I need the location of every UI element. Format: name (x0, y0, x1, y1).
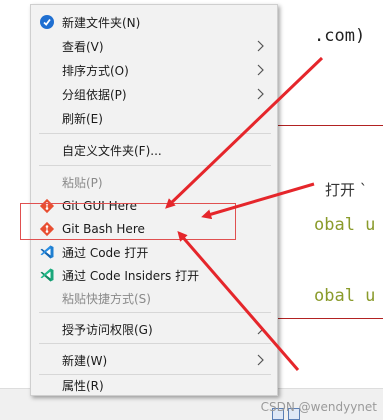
menu-item-label: 排序方式(O) (62, 63, 129, 78)
menu-item-grant-access[interactable]: 授予访问权限(G) (31, 317, 277, 341)
menu-item-label: 属性(R) (62, 378, 104, 393)
chevron-right-icon (253, 63, 267, 77)
code-snippet-top: .com) (314, 26, 366, 46)
menu-item-label: 粘贴快捷方式(S) (62, 291, 151, 306)
menu-item-paste[interactable]: 粘贴(P) (31, 170, 277, 194)
menu-item-label: 授予访问权限(G) (62, 322, 153, 337)
divider-line (270, 125, 383, 126)
menu-item-refresh[interactable]: 刷新(E) (31, 106, 277, 130)
code-line: obal u (314, 215, 376, 235)
chevron-right-icon (253, 322, 267, 336)
menu-item-label: 分组依据(P) (62, 87, 127, 102)
open-text: 打开 ` (325, 181, 368, 199)
menu-item-properties[interactable]: 属性(R) (31, 373, 277, 397)
chevron-right-icon (253, 87, 267, 101)
menu-separator (39, 133, 271, 134)
vscode-icon (39, 244, 55, 260)
chevron-right-icon (253, 353, 267, 367)
divider-line (270, 318, 383, 319)
menu-item-sort[interactable]: 排序方式(O) (31, 58, 277, 82)
watermark: CSDN @wendyynet (260, 400, 377, 414)
menu-item-label: 新建(W) (62, 353, 108, 368)
menu-item-label: 粘贴(P) (62, 175, 103, 190)
code-line: obal u (314, 286, 376, 306)
menu-separator (39, 343, 271, 344)
new-folder-icon (39, 14, 55, 30)
menu-item-open-with-code[interactable]: 通过 Code 打开 (31, 240, 277, 264)
menu-item-label: 通过 Code 打开 (62, 245, 149, 260)
highlight-box (20, 203, 236, 240)
menu-separator (39, 165, 271, 166)
menu-item-label: 自定义文件夹(F)... (62, 143, 162, 158)
menu-separator (39, 312, 271, 313)
menu-item-paste-shortcut[interactable]: 粘贴快捷方式(S) (31, 286, 277, 310)
menu-item-view[interactable]: 查看(V) (31, 34, 277, 58)
menu-item-label: 通过 Code Insiders 打开 (62, 268, 200, 283)
menu-item-new[interactable]: 新建(W) (31, 348, 277, 372)
menu-item-customize-folder[interactable]: 自定义文件夹(F)... (31, 138, 277, 162)
menu-item-label: 刷新(E) (62, 111, 103, 126)
menu-item-group-by[interactable]: 分组依据(P) (31, 82, 277, 106)
menu-item-label: 新建文件夹(N) (62, 15, 141, 30)
context-menu: 新建文件夹(N) 查看(V) 排序方式(O) 分组依据(P) 刷新(E) 自定义… (30, 4, 278, 396)
vscode-insiders-icon (39, 267, 55, 283)
menu-item-label: 查看(V) (62, 39, 104, 54)
menu-item-new-folder[interactable]: 新建文件夹(N) (31, 10, 277, 34)
chevron-right-icon (253, 39, 267, 53)
menu-item-open-with-code-insiders[interactable]: 通过 Code Insiders 打开 (31, 263, 277, 287)
